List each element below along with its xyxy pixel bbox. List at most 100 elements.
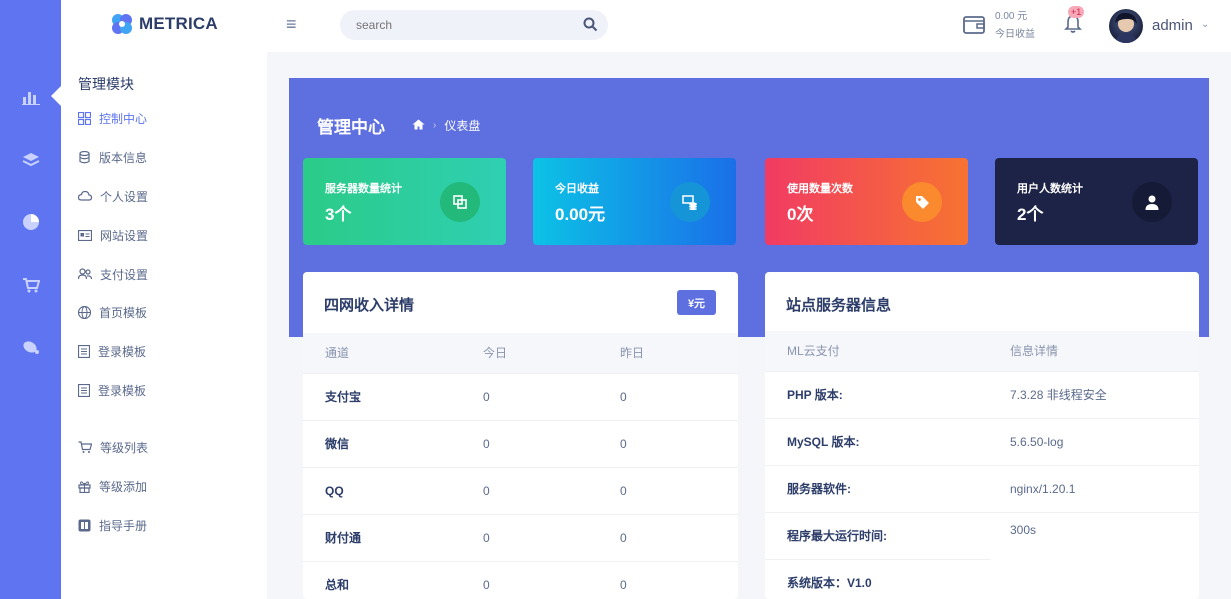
sidebar-item-label: 等级列表	[100, 440, 149, 455]
sidebar-item-site-settings[interactable]: 网站设置	[78, 225, 148, 245]
page-title: 管理中心	[317, 118, 385, 137]
stat-label: 服务器数量统计	[325, 183, 402, 195]
stat-label: 用户人数统计	[1017, 183, 1083, 195]
icon-rail	[0, 0, 61, 599]
money-stack-icon	[670, 182, 710, 222]
users-icon	[78, 268, 92, 280]
column-header: ML云支付	[787, 344, 840, 358]
pie-chart-icon[interactable]	[0, 207, 61, 237]
sidebar-item-version[interactable]: 版本信息	[78, 147, 147, 167]
sidebar-item-guide[interactable]: 指导手册	[78, 515, 147, 535]
chevron-down-icon[interactable]: ⌄	[1201, 19, 1209, 30]
sidebar-item-label: 控制中心	[99, 111, 148, 126]
logo[interactable]: METRICA	[111, 13, 218, 35]
sidebar-item-label: 个人设置	[100, 189, 149, 204]
cart-icon[interactable]	[0, 270, 61, 300]
stat-value: 2个	[1017, 205, 1044, 224]
sidebar-item-level-add[interactable]: 等级添加	[78, 476, 147, 496]
info-key: 服务器软件:	[787, 482, 851, 496]
search-input[interactable]	[340, 10, 560, 40]
logo-icon	[112, 14, 132, 34]
menu-section-title: 管理模块	[78, 76, 134, 92]
sidebar-item-label: 登录模板	[98, 383, 147, 398]
sidebar-item-dashboard[interactable]: 控制中心	[78, 108, 147, 128]
gift-icon	[78, 480, 91, 493]
today-value: 0	[483, 531, 490, 545]
breadcrumb-current[interactable]: 仪表盘	[444, 117, 480, 134]
sidebar-item-payment-settings[interactable]: 支付设置	[78, 264, 148, 284]
sidebar-item-profile[interactable]: 个人设置	[78, 186, 148, 206]
sidebar-item-login-template[interactable]: 登录模板	[78, 341, 146, 361]
menu-toggle-icon[interactable]: ≡	[286, 15, 297, 33]
channel-name: 财付通	[325, 531, 362, 545]
channel-name: 支付宝	[325, 390, 362, 404]
server-info-card: 站点服务器信息 ML云支付 信息详情 PHP 版本: 7.3.28 非线程安全 …	[765, 272, 1199, 599]
today-balance: 0.00 元 今日收益	[995, 8, 1035, 44]
stat-card-servers: 服务器数量统计 3个	[303, 158, 506, 245]
stat-value: 0.00元	[555, 205, 606, 224]
sidebar-item-level-list[interactable]: 等级列表	[78, 437, 148, 457]
table-header: 通道 今日 昨日	[303, 333, 738, 373]
table-row: 财付通 0 0	[303, 514, 738, 561]
info-value: 300s	[1010, 523, 1037, 537]
sidebar-item-home-template[interactable]: 首页模板	[78, 302, 147, 322]
breadcrumb: › 仪表盘	[412, 117, 480, 134]
table-row: 程序最大运行时间: 300s	[765, 512, 1199, 559]
brand-name: METRICA	[139, 14, 218, 33]
sidebar-item-label: 登录模板	[98, 344, 147, 359]
sidebar-item-login-template-2[interactable]: 登录模板	[78, 380, 146, 400]
currency-unit-button[interactable]: ¥元	[677, 290, 716, 315]
sidebar-item-label: 网站设置	[100, 228, 149, 243]
sidebar-item-label: 指导手册	[99, 518, 148, 533]
column-header: 今日	[483, 346, 508, 360]
satellite-icon[interactable]	[0, 332, 61, 362]
channel-name: QQ	[325, 484, 344, 498]
stat-card-users: 用户人数统计 2个	[995, 158, 1198, 245]
layers-icon[interactable]	[0, 145, 61, 175]
stat-value: 0次	[787, 205, 814, 224]
home-icon[interactable]	[412, 119, 425, 133]
today-value: 0	[483, 484, 490, 498]
info-value: 7.3.28 非线程安全	[1010, 388, 1107, 402]
income-card: 四网收入详情 ¥元 通道 今日 昨日 支付宝 0 0 微信 0 0 QQ 0 0…	[303, 272, 738, 599]
table-row: 支付宝 0 0	[303, 373, 738, 420]
cloud-icon	[78, 190, 92, 201]
user-icon	[1132, 182, 1172, 222]
today-value: 0	[483, 578, 490, 592]
channel-name: 微信	[325, 437, 350, 451]
table-row: MySQL 版本: 5.6.50-log	[765, 418, 1199, 465]
column-header: 信息详情	[1010, 344, 1059, 358]
yesterday-value: 0	[620, 390, 627, 404]
avatar[interactable]	[1109, 9, 1143, 43]
book-icon	[78, 519, 91, 531]
card-title: 四网收入详情	[324, 297, 415, 314]
wallet-icon[interactable]	[963, 14, 985, 39]
stat-label: 今日收益	[555, 183, 599, 195]
column-header: 通道	[325, 346, 350, 360]
sidebar-item-label: 等级添加	[99, 479, 148, 494]
search-icon[interactable]	[583, 17, 598, 37]
globe-icon	[78, 305, 91, 319]
today-value: 0	[483, 390, 490, 404]
info-value: nginx/1.20.1	[1010, 482, 1076, 496]
yesterday-value: 0	[620, 578, 627, 592]
info-key: MySQL 版本:	[787, 435, 860, 449]
sidebar-item-label: 版本信息	[99, 150, 148, 165]
yesterday-value: 0	[620, 484, 627, 498]
table-header: ML云支付 信息详情	[765, 331, 1199, 371]
username[interactable]: admin	[1152, 17, 1193, 34]
info-key: 系统版本：V1.0	[787, 576, 872, 590]
stat-card-usage: 使用数量次数 0次	[765, 158, 968, 245]
list-icon	[78, 383, 90, 397]
balance-value: 0.00 元	[995, 11, 1028, 22]
top-bar: METRICA ≡ 0.00 元 今日收益 +1 admin ⌄	[61, 0, 1231, 52]
stat-value: 3个	[325, 205, 352, 224]
dashboard-grid-icon	[78, 111, 91, 125]
table-row: PHP 版本: 7.3.28 非线程安全	[765, 371, 1199, 418]
search-box	[340, 10, 608, 40]
table-row: 服务器软件: nginx/1.20.1	[765, 465, 1199, 512]
sidebar-item-label: 支付设置	[100, 267, 149, 282]
list-icon	[78, 344, 90, 358]
notification-badge: +1	[1068, 6, 1085, 18]
yesterday-value: 0	[620, 531, 627, 545]
